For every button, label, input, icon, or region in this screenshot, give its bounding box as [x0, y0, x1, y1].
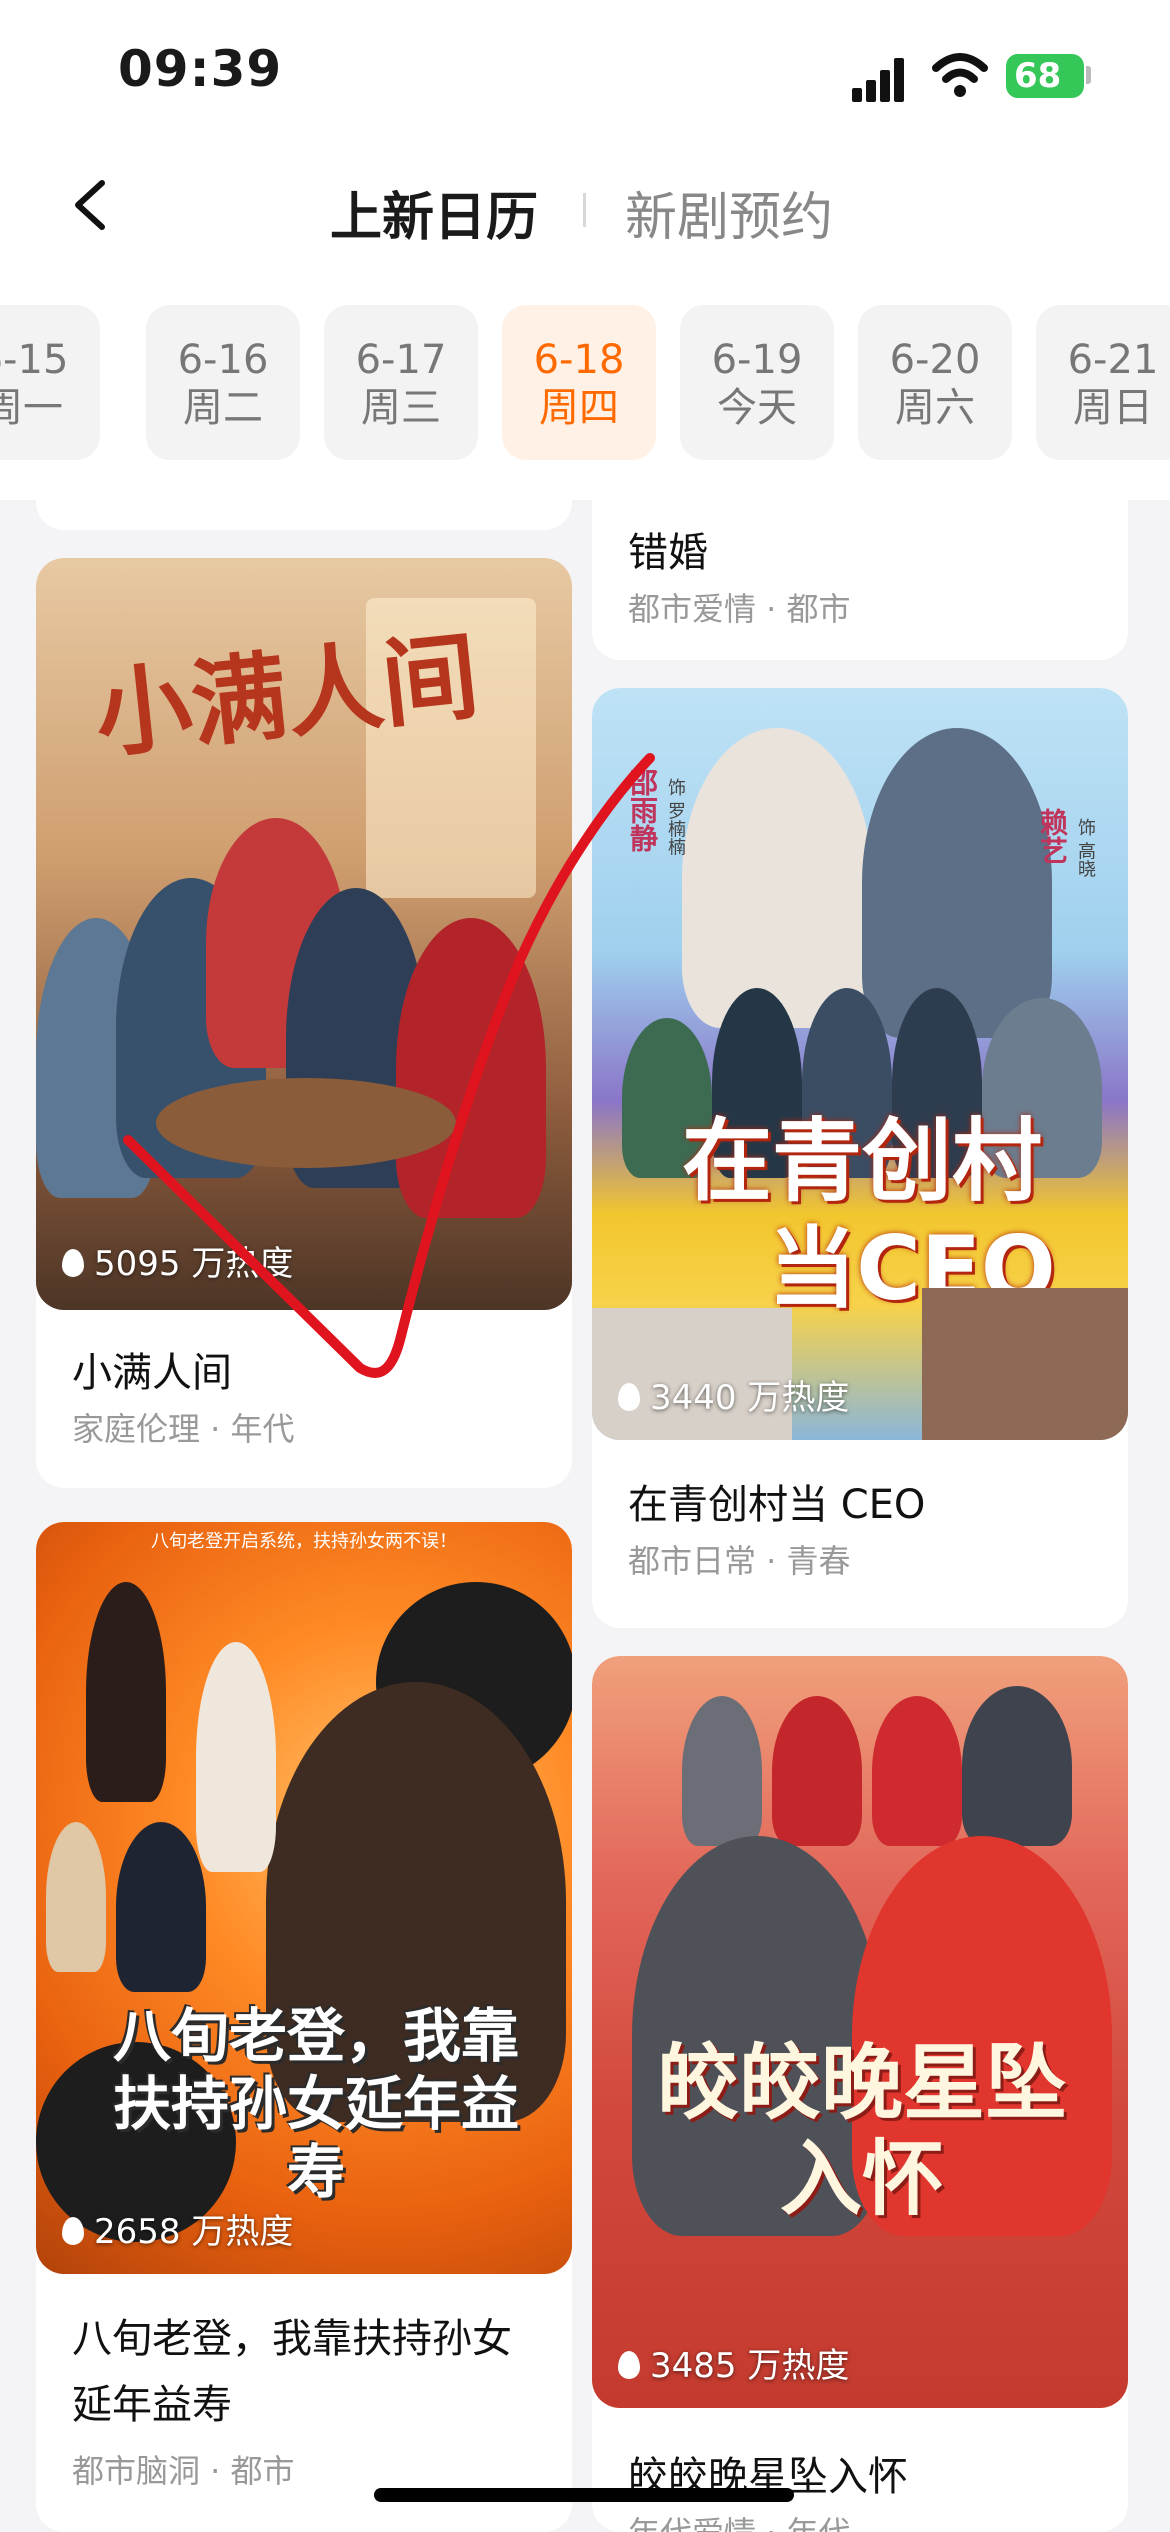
drama-tags: 家庭伦理 · 年代	[72, 1410, 295, 1448]
date-item[interactable]: 6-19 今天	[680, 305, 834, 460]
battery-level: 68	[1014, 56, 1062, 96]
status-bar: 09:39 68	[0, 0, 1170, 150]
person-figure	[872, 1696, 962, 1846]
drama-card[interactable]: 邵雨静 饰 罗楠楠 赖艺 饰 高晓 在青创村 当CEO 3440 万热度 在青创…	[592, 688, 1128, 1628]
date-item[interactable]: 6-15 周一	[0, 305, 100, 460]
cast-right-role: 饰 高晓	[1075, 818, 1096, 878]
heat-badge: 2658 万热度	[62, 2204, 293, 2253]
date-label: 6-18	[533, 337, 625, 383]
flame-icon	[618, 2351, 640, 2379]
cast-left-name: 邵雨静	[626, 768, 659, 852]
heat-badge: 3440 万热度	[618, 1370, 849, 1419]
cast-left-role: 饰 罗楠楠	[665, 778, 686, 856]
tab-release-calendar[interactable]: 上新日历	[330, 175, 538, 250]
drama-poster[interactable]: 小满人间 5095 万热度	[36, 558, 572, 1310]
person-figure	[682, 1696, 762, 1846]
person-figure	[962, 1686, 1072, 1846]
date-label: 6-15	[0, 337, 69, 383]
tab-divider	[583, 193, 586, 227]
heat-value: 3440 万热度	[650, 1378, 850, 1418]
weekday-label: 周一	[0, 385, 63, 431]
person-figure	[116, 1822, 206, 1992]
date-item[interactable]: 6-17 周三	[324, 305, 478, 460]
date-label: 6-17	[355, 337, 447, 383]
back-arrow-icon[interactable]	[62, 175, 122, 235]
weekday-label: 周三	[361, 385, 441, 431]
date-strip: 6-15 周一 6-16 周二 6-17 周三 6-18 周四 6-19 今天 …	[0, 305, 1170, 465]
cellular-signal-icon	[852, 58, 914, 102]
heat-value: 5095 万热度	[94, 1244, 294, 1284]
poster-title-text: 八旬老登，我靠扶持孙女延年益寿	[112, 2002, 519, 2206]
battery-icon: 68	[1006, 54, 1084, 98]
drama-title: 错婚	[628, 530, 708, 576]
poster-title-text: 皎皎晚星坠入怀	[656, 2036, 1067, 2227]
flame-icon	[62, 1249, 84, 1277]
person-figure	[682, 728, 872, 1028]
home-indicator[interactable]	[374, 2488, 794, 2502]
weekday-label: 今天	[717, 385, 797, 431]
drama-card[interactable]: 皎皎晚星坠入怀 3485 万热度 皎皎晚星坠入怀 年代爱情 · 年代	[592, 1656, 1128, 2532]
drama-card[interactable]: 错婚 都市爱情 · 都市	[592, 480, 1128, 660]
date-label: 6-21	[1067, 337, 1159, 383]
date-item[interactable]: 6-20 周六	[858, 305, 1012, 460]
drama-title: 八旬老登，我靠扶持孙女延年益寿	[72, 2316, 512, 2428]
tab-new-drama-booking[interactable]: 新剧预约	[625, 175, 833, 250]
drama-poster[interactable]: 邵雨静 饰 罗楠楠 赖艺 饰 高晓 在青创村 当CEO 3440 万热度	[592, 688, 1128, 1440]
date-item[interactable]: 6-21 周日	[1036, 305, 1170, 460]
person-figure	[86, 1582, 166, 1802]
drama-title: 在青创村当 CEO	[628, 1482, 926, 1528]
drama-tags: 都市爱情 · 都市	[628, 590, 851, 628]
dining-table	[156, 1078, 456, 1168]
building	[922, 1288, 1128, 1440]
status-time: 09:39	[118, 40, 283, 98]
person-figure	[46, 1822, 106, 1972]
weekday-label: 周二	[183, 385, 263, 431]
weekday-label: 周四	[539, 385, 619, 431]
person-figure	[862, 728, 1052, 1038]
date-label: 6-19	[711, 337, 803, 383]
drama-card[interactable]: 小满人间 5095 万热度 小满人间 家庭伦理 · 年代	[36, 558, 572, 1488]
drama-tags: 都市日常 · 青春	[628, 1542, 851, 1580]
person-figure	[396, 918, 546, 1218]
drama-card-partial[interactable]	[36, 480, 572, 530]
date-item-selected[interactable]: 6-18 周四	[502, 305, 656, 460]
person-figure	[196, 1642, 276, 1872]
drama-tags: 年代爱情 · 年代	[628, 2508, 851, 2532]
battery-tip	[1086, 66, 1091, 84]
cast-right-name: 赖艺	[1036, 808, 1069, 864]
wifi-icon	[932, 53, 988, 97]
date-item[interactable]: 6-16 周二	[146, 305, 300, 460]
weekday-label: 周日	[1073, 385, 1153, 431]
heat-badge: 3485 万热度	[618, 2338, 849, 2387]
flame-icon	[618, 1383, 640, 1411]
poster-banner: 八旬老登开启系统，扶持孙女两不误！	[151, 1531, 457, 1552]
heat-badge: 5095 万热度	[62, 1236, 293, 1285]
drama-card[interactable]: 八旬老登开启系统，扶持孙女两不误！ 八旬老登，我靠扶持孙女延年益寿 2658 万…	[36, 1522, 572, 2532]
drama-poster[interactable]: 皎皎晚星坠入怀 3485 万热度	[592, 1656, 1128, 2408]
heat-value: 3485 万热度	[650, 2346, 850, 2386]
weekday-label: 周六	[895, 385, 975, 431]
date-label: 6-20	[889, 337, 981, 383]
drama-tags: 都市脑洞 · 都市	[72, 2452, 295, 2490]
drama-title: 小满人间	[72, 1350, 232, 1396]
flame-icon	[62, 2217, 84, 2245]
heat-value: 2658 万热度	[94, 2212, 294, 2252]
drama-poster[interactable]: 八旬老登开启系统，扶持孙女两不误！ 八旬老登，我靠扶持孙女延年益寿 2658 万…	[36, 1522, 572, 2274]
person-figure	[772, 1696, 862, 1846]
date-label: 6-16	[177, 337, 269, 383]
